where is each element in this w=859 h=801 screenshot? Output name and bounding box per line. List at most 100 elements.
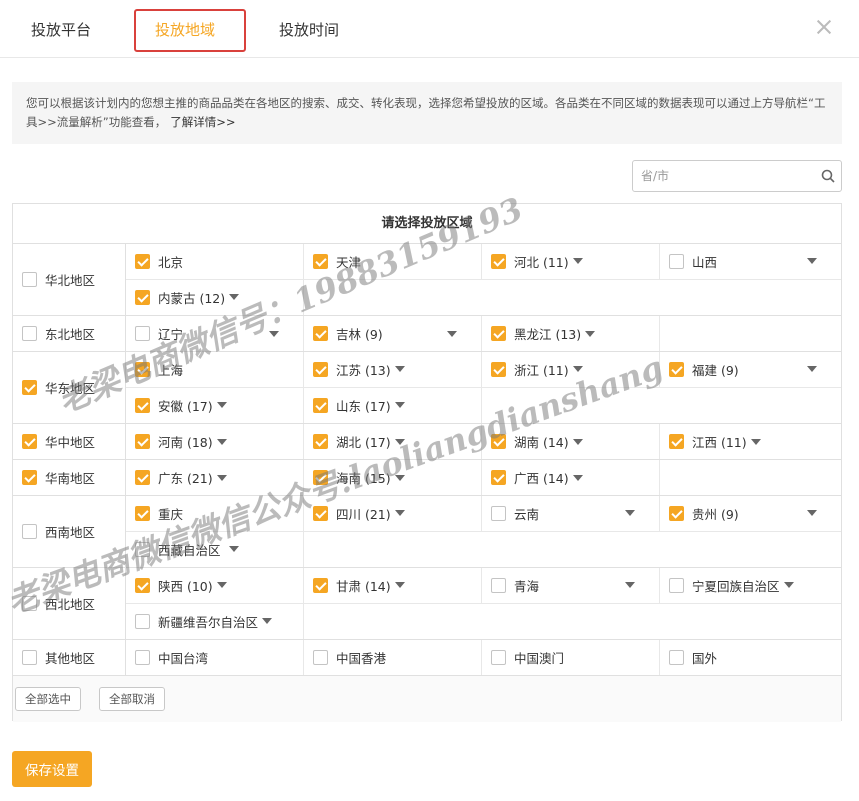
chevron-down-icon[interactable] — [269, 330, 279, 337]
province-option[interactable]: 河南 (18) — [126, 424, 304, 459]
province-option[interactable]: 云南 — [482, 496, 660, 531]
province-checkbox[interactable] — [491, 253, 506, 269]
region-group[interactable]: 华中地区 — [13, 424, 126, 459]
province-checkbox[interactable] — [313, 470, 328, 485]
chevron-down-icon[interactable] — [750, 438, 761, 445]
search-input[interactable] — [641, 166, 811, 186]
province-checkbox[interactable] — [135, 397, 150, 413]
province-option[interactable]: 黑龙江 (13) — [482, 316, 660, 351]
province-option[interactable]: 山西 — [660, 244, 841, 279]
province-checkbox[interactable] — [135, 613, 150, 629]
chevron-down-icon[interactable] — [585, 330, 596, 337]
province-option[interactable]: 浙江 (11) — [482, 352, 660, 387]
province-checkbox[interactable] — [669, 650, 684, 665]
province-option[interactable]: 中国香港 — [304, 640, 482, 675]
province-checkbox[interactable] — [135, 505, 150, 521]
region-group[interactable]: 华北地区 — [13, 244, 126, 315]
province-checkbox[interactable] — [313, 253, 328, 269]
chevron-down-icon[interactable] — [394, 510, 405, 517]
province-checkbox[interactable] — [669, 253, 684, 269]
province-option[interactable]: 福建 (9) — [660, 352, 841, 387]
chevron-down-icon[interactable] — [394, 438, 405, 445]
chevron-down-icon[interactable] — [572, 258, 583, 265]
tab-time[interactable]: 投放时间 — [279, 19, 339, 41]
province-option[interactable]: 吉林 (9) — [304, 316, 482, 351]
chevron-down-icon[interactable] — [572, 438, 583, 445]
province-option[interactable]: 天津 — [304, 244, 482, 279]
chevron-down-icon[interactable] — [807, 366, 817, 373]
province-checkbox[interactable] — [669, 434, 684, 449]
province-option[interactable]: 上海 — [126, 352, 304, 387]
province-checkbox[interactable] — [313, 577, 328, 593]
province-option[interactable]: 山东 (17) — [304, 387, 482, 423]
province-checkbox[interactable] — [313, 505, 328, 521]
chevron-down-icon[interactable] — [394, 474, 405, 481]
province-option[interactable]: 新疆维吾尔自治区 — [126, 603, 304, 639]
region-group[interactable]: 西南地区 — [13, 496, 126, 567]
province-checkbox[interactable] — [491, 650, 506, 665]
province-option[interactable]: 安徽 (17) — [126, 387, 304, 423]
group-checkbox[interactable] — [22, 272, 37, 287]
province-option[interactable]: 陕西 (10) — [126, 568, 304, 603]
province-checkbox[interactable] — [491, 326, 506, 341]
chevron-down-icon[interactable] — [807, 510, 817, 517]
province-checkbox[interactable] — [669, 361, 684, 377]
province-option[interactable]: 中国澳门 — [482, 640, 660, 675]
province-checkbox[interactable] — [135, 289, 150, 305]
province-checkbox[interactable] — [135, 361, 150, 377]
chevron-down-icon[interactable] — [394, 366, 405, 373]
group-checkbox[interactable] — [22, 380, 37, 395]
province-checkbox[interactable] — [313, 397, 328, 413]
province-option[interactable]: 北京 — [126, 244, 304, 279]
chevron-down-icon[interactable] — [229, 294, 240, 301]
chevron-down-icon[interactable] — [807, 258, 817, 265]
chevron-down-icon[interactable] — [216, 402, 227, 409]
chevron-down-icon[interactable] — [572, 474, 583, 481]
chevron-down-icon[interactable] — [625, 582, 635, 589]
search-icon[interactable] — [821, 169, 835, 183]
region-group[interactable]: 华东地区 — [13, 352, 126, 423]
chevron-down-icon[interactable] — [394, 582, 405, 589]
group-checkbox[interactable] — [22, 434, 37, 449]
province-option[interactable]: 国外 — [660, 640, 841, 675]
province-checkbox[interactable] — [313, 326, 328, 341]
close-icon[interactable] — [815, 18, 833, 36]
tab-platform[interactable]: 投放平台 — [31, 19, 91, 41]
group-checkbox[interactable] — [22, 596, 37, 611]
save-settings-button[interactable]: 保存设置 — [12, 751, 92, 787]
province-option[interactable]: 辽宁 — [126, 316, 304, 351]
chevron-down-icon[interactable] — [572, 366, 583, 373]
province-option[interactable]: 贵州 (9) — [660, 496, 841, 531]
group-checkbox[interactable] — [22, 470, 37, 485]
province-option[interactable]: 广西 (14) — [482, 460, 660, 495]
province-option[interactable]: 江西 (11) — [660, 424, 841, 459]
learn-more-link[interactable]: 了解详情>> — [170, 115, 235, 129]
province-checkbox[interactable] — [491, 361, 506, 377]
region-group[interactable]: 东北地区 — [13, 316, 126, 351]
chevron-down-icon[interactable] — [262, 618, 273, 625]
chevron-down-icon[interactable] — [394, 402, 405, 409]
region-group[interactable]: 西北地区 — [13, 568, 126, 639]
province-checkbox[interactable] — [491, 577, 506, 593]
group-checkbox[interactable] — [22, 326, 37, 341]
province-option[interactable]: 广东 (21) — [126, 460, 304, 495]
province-checkbox[interactable] — [491, 434, 506, 449]
province-option[interactable]: 四川 (21) — [304, 496, 482, 531]
province-option[interactable]: 江苏 (13) — [304, 352, 482, 387]
region-group[interactable]: 其他地区 — [13, 640, 126, 675]
province-option[interactable]: 中国台湾 — [126, 640, 304, 675]
region-group[interactable]: 华南地区 — [13, 460, 126, 495]
province-option[interactable]: 宁夏回族自治区 — [660, 568, 841, 603]
group-checkbox[interactable] — [22, 650, 37, 665]
province-checkbox[interactable] — [313, 361, 328, 377]
province-option[interactable]: 河北 (11) — [482, 244, 660, 279]
province-option[interactable]: 西藏自治区 — [126, 531, 304, 567]
chevron-down-icon[interactable] — [228, 546, 239, 553]
province-option[interactable]: 湖南 (14) — [482, 424, 660, 459]
chevron-down-icon[interactable] — [216, 474, 227, 481]
province-checkbox[interactable] — [135, 253, 150, 269]
province-checkbox[interactable] — [135, 650, 150, 665]
province-checkbox[interactable] — [491, 470, 506, 485]
group-checkbox[interactable] — [22, 524, 37, 539]
province-checkbox[interactable] — [669, 577, 684, 593]
